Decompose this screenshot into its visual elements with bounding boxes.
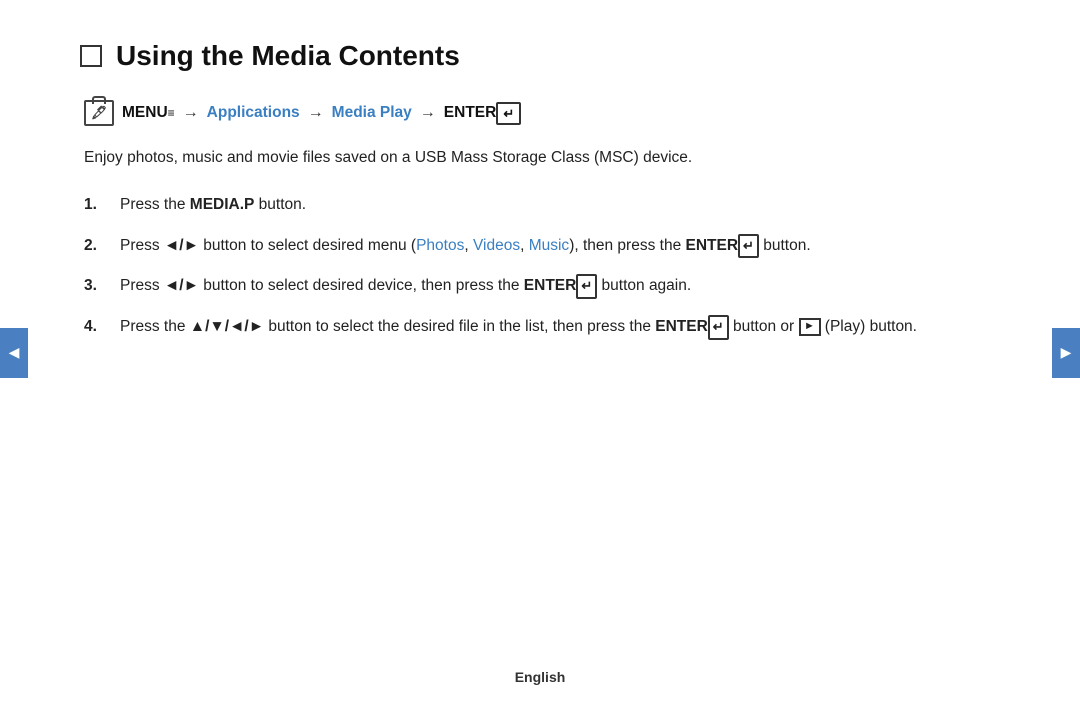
step-1-num: 1. — [84, 193, 104, 218]
menu-path: 🖋 MENU≡ → Applications → Media Play → EN… — [80, 100, 1000, 126]
page-title: Using the Media Contents — [116, 40, 460, 72]
page-container: Using the Media Contents 🖋 MENU≡ → Appli… — [0, 0, 1080, 705]
step-3-num: 3. — [84, 274, 104, 299]
step-4-dpad: ▲/▼/◄/► — [190, 318, 264, 335]
arrow-1: → — [183, 104, 199, 122]
description: Enjoy photos, music and movie files save… — [80, 146, 1000, 171]
step-2-enter: ENTER↵ — [686, 237, 759, 254]
step-1-content: Press the MEDIA.P button. — [120, 193, 1000, 218]
step-4: 4. Press the ▲/▼/◄/► button to select th… — [84, 315, 1000, 340]
step-1: 1. Press the MEDIA.P button. — [84, 193, 1000, 218]
step-2-num: 2. — [84, 234, 104, 259]
step-4-content: Press the ▲/▼/◄/► button to select the d… — [120, 315, 1000, 340]
step-3-dpad: ◄/► — [164, 277, 199, 294]
menu-icon: 🖋 — [84, 100, 114, 126]
step-3-content: Press ◄/► button to select desired devic… — [120, 274, 1000, 299]
arrow-2: → — [308, 104, 324, 122]
footer: English — [515, 669, 566, 685]
enter-key: ENTER↵ — [444, 102, 521, 125]
step-4-num: 4. — [84, 315, 104, 340]
step-3-enter: ENTER↵ — [524, 277, 597, 294]
step-3: 3. Press ◄/► button to select desired de… — [84, 274, 1000, 299]
arrow-3: → — [420, 104, 436, 122]
title-row: Using the Media Contents — [80, 40, 1000, 72]
step-2: 2. Press ◄/► button to select desired me… — [84, 234, 1000, 259]
play-box: ► — [799, 318, 821, 336]
nav-right-button[interactable] — [1052, 328, 1080, 378]
media-play-link: Media Play — [332, 104, 412, 122]
checkbox-icon — [80, 45, 102, 67]
menu-label: MENU≡ — [122, 104, 175, 122]
step-2-content: Press ◄/► button to select desired menu … — [120, 234, 1000, 259]
music-link: Music — [529, 237, 569, 254]
photos-link: Photos — [416, 237, 464, 254]
videos-link: Videos — [473, 237, 520, 254]
enter-text: ENTER — [444, 104, 497, 122]
steps-list: 1. Press the MEDIA.P button. 2. Press ◄/… — [80, 193, 1000, 340]
enter-box: ↵ — [496, 102, 521, 125]
step-4-enter: ENTER↵ — [655, 318, 728, 335]
media-p-bold: MEDIA.P — [190, 196, 255, 213]
step-2-dpad: ◄/► — [164, 237, 199, 254]
nav-left-button[interactable] — [0, 328, 28, 378]
applications-link: Applications — [207, 104, 300, 122]
